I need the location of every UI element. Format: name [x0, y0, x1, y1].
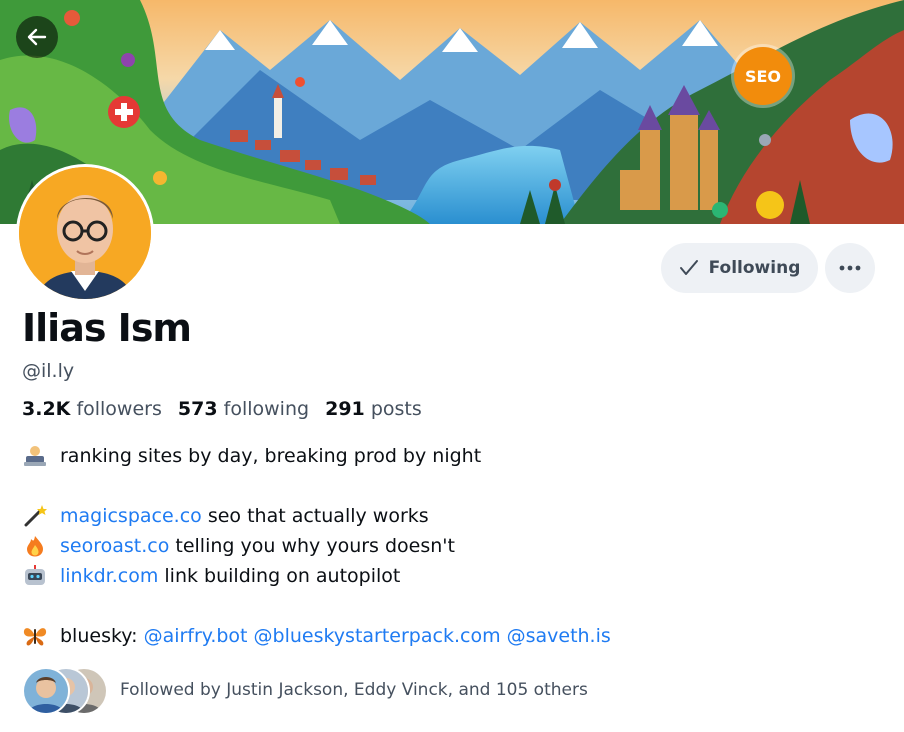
- followed-by-avatars: [22, 666, 108, 715]
- following-count: 573: [177, 398, 218, 420]
- followers-stat[interactable]: 3.2K followers: [22, 398, 162, 420]
- followed-by[interactable]: Followed by Justin Jackson, Eddy Vinck, …: [22, 666, 588, 715]
- mention-airfry[interactable]: @airfry.bot: [144, 621, 248, 651]
- followed-by-text: Followed by Justin Jackson, Eddy Vinck, …: [120, 680, 588, 700]
- bio-text: ranking sites by day, breaking prod by n…: [60, 445, 482, 467]
- bio-text: seo that actually works: [207, 505, 429, 527]
- more-options-button[interactable]: [825, 243, 875, 293]
- display-name: Ilias Ism: [22, 306, 192, 350]
- bio-line: magicspace.co seo that actually works: [22, 501, 611, 531]
- ellipsis-icon: [839, 265, 861, 271]
- posts-count: 291: [325, 398, 365, 420]
- follower-avatar: [22, 667, 70, 715]
- followers-count: 3.2K: [22, 398, 71, 420]
- bio-text: telling you why yours doesn't: [175, 535, 455, 557]
- magic-wand-emoji: [24, 505, 47, 527]
- bio-line: ranking sites by day, breaking prod by n…: [22, 441, 611, 471]
- bio-text: link building on autopilot: [164, 565, 401, 587]
- robot-emoji: [25, 565, 45, 585]
- profile-avatar[interactable]: [16, 164, 154, 302]
- mention-blueskystarterpack[interactable]: @blueskystarterpack.com: [254, 621, 501, 651]
- user-handle: @il.ly: [22, 360, 75, 382]
- posts-stat: 291 posts: [325, 398, 422, 420]
- bio-line: seoroast.co telling you why yours doesn'…: [22, 531, 611, 561]
- check-icon: [679, 260, 698, 275]
- fire-emoji: [27, 536, 43, 557]
- following-stat[interactable]: 573 following: [178, 398, 309, 420]
- posts-label: posts: [370, 398, 422, 420]
- bio-link-linkdr[interactable]: linkdr.com: [60, 561, 158, 591]
- bio-link-magicspace[interactable]: magicspace.co: [60, 501, 202, 531]
- profile-stats: 3.2K followers 573 following 291 posts: [22, 398, 432, 420]
- mention-saveth[interactable]: @saveth.is: [507, 621, 611, 651]
- bio-text: bluesky:: [60, 625, 138, 647]
- seo-badge: SEO: [734, 47, 792, 105]
- following-button-label: Following: [708, 258, 801, 278]
- following-label: following: [223, 398, 310, 420]
- bio-link-seoroast[interactable]: seoroast.co: [60, 531, 169, 561]
- followers-label: followers: [76, 398, 162, 420]
- back-button[interactable]: [16, 16, 58, 58]
- profile-bio: ranking sites by day, breaking prod by n…: [22, 441, 611, 651]
- bio-line: linkdr.com link building on autopilot: [22, 561, 611, 591]
- avatar-photo: [19, 167, 151, 299]
- butterfly-emoji: [23, 628, 47, 646]
- following-button[interactable]: Following: [661, 243, 818, 293]
- technologist-emoji: [24, 446, 46, 466]
- bio-line: bluesky: @airfry.bot @blueskystarterpack…: [22, 621, 611, 651]
- arrow-left-icon: [27, 28, 47, 46]
